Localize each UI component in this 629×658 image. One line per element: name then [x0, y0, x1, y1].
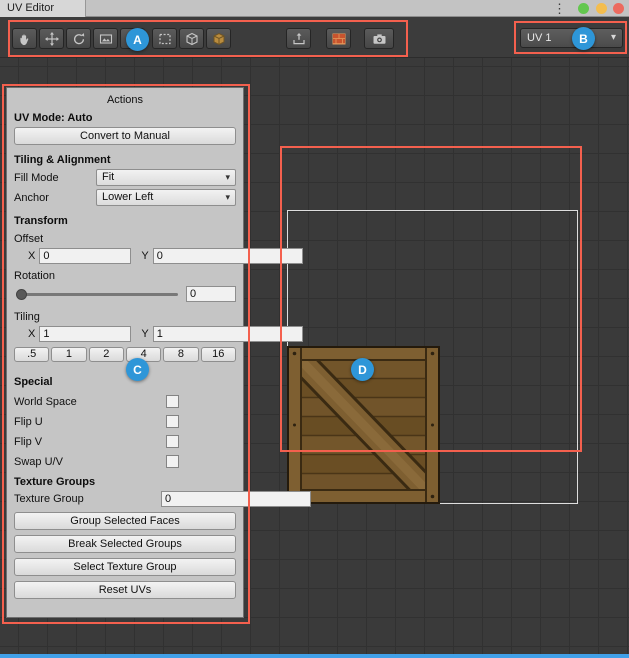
render-uv-template-button[interactable] — [364, 28, 394, 49]
texture-preview-button[interactable] — [326, 28, 351, 49]
group-selected-faces-button[interactable]: Group Selected Faces — [14, 512, 236, 530]
offset-y-field[interactable] — [153, 248, 303, 264]
tiling-preset-button[interactable]: 2 — [89, 347, 124, 362]
uv-channel-value: UV 1 — [527, 29, 551, 47]
fill-mode-dropdown[interactable]: Fit ▾ — [96, 169, 236, 186]
window-title-bar: UV Editor ⋮ — [0, 0, 629, 17]
reset-uvs-button[interactable]: Reset UVs — [14, 581, 236, 599]
offset-x-label: X — [28, 250, 35, 262]
fill-mode-value: Fit — [102, 170, 114, 185]
swap-uv-label: Swap U/V — [14, 456, 166, 468]
annotation-marker-b: B — [572, 27, 595, 50]
cube-wireframe-button[interactable] — [179, 28, 204, 49]
transform-header: Transform — [14, 215, 236, 227]
select-texture-group-button[interactable]: Select Texture Group — [14, 558, 236, 576]
rotation-slider-thumb[interactable] — [16, 289, 27, 300]
tiling-y-field[interactable] — [153, 326, 303, 342]
texture-groups-header: Texture Groups — [14, 476, 236, 488]
image-fit-icon — [99, 32, 113, 46]
chevron-down-icon: ▾ — [611, 29, 616, 47]
tiling-alignment-header: Tiling & Alignment — [14, 154, 236, 166]
traffic-light-red[interactable] — [613, 3, 624, 14]
flip-u-checkbox[interactable] — [166, 415, 179, 428]
world-space-checkbox[interactable] — [166, 395, 179, 408]
chevron-down-icon: ▾ — [225, 170, 230, 185]
texture-preview-icon — [332, 32, 346, 46]
tiling-preset-button[interactable]: 16 — [201, 347, 236, 362]
panel-title: Actions — [14, 94, 236, 106]
hand-icon — [18, 32, 32, 46]
break-selected-groups-button[interactable]: Break Selected Groups — [14, 535, 236, 553]
flip-v-label: Flip V — [14, 436, 166, 448]
tiling-preset-button[interactable]: 8 — [163, 347, 198, 362]
traffic-light-yellow[interactable] — [596, 3, 607, 14]
cube-shaded-icon — [212, 32, 226, 46]
annotation-marker-c: C — [126, 358, 149, 381]
move-icon — [45, 32, 59, 46]
hand-tool-button[interactable] — [12, 28, 37, 49]
rotate-tool-button[interactable] — [66, 28, 91, 49]
texture-group-field[interactable] — [161, 491, 311, 507]
annotation-marker-d: D — [351, 358, 374, 381]
rotation-label: Rotation — [14, 270, 236, 282]
flip-v-checkbox[interactable] — [166, 435, 179, 448]
anchor-value: Lower Left — [102, 190, 153, 205]
marquee-select-icon — [158, 32, 172, 46]
fit-texture-button[interactable] — [93, 28, 118, 49]
project-uv-button[interactable] — [286, 28, 311, 49]
swap-uv-checkbox[interactable] — [166, 455, 179, 468]
actions-panel: Actions UV Mode: Auto Convert to Manual … — [6, 87, 244, 618]
offset-label: Offset — [14, 233, 236, 245]
uv-mode-label: UV Mode: Auto — [14, 112, 236, 124]
tiling-preset-row: .5 1 2 4 8 16 — [14, 347, 236, 362]
tiling-x-field[interactable] — [39, 326, 131, 342]
move-tool-button[interactable] — [39, 28, 64, 49]
fill-mode-label: Fill Mode — [14, 172, 96, 184]
bottom-accent-bar — [0, 654, 629, 658]
rotate-icon — [72, 32, 86, 46]
tiling-preset-button[interactable]: 1 — [51, 347, 86, 362]
uv-editor-tab[interactable]: UV Editor — [0, 0, 86, 17]
offset-x-field[interactable] — [39, 248, 131, 264]
offset-y-label: Y — [141, 250, 148, 262]
anchor-label: Anchor — [14, 192, 96, 204]
special-header: Special — [14, 376, 236, 388]
convert-to-manual-button[interactable]: Convert to Manual — [14, 127, 236, 145]
anchor-dropdown[interactable]: Lower Left ▾ — [96, 189, 236, 206]
camera-icon — [372, 32, 387, 46]
chevron-down-icon: ▾ — [225, 190, 230, 205]
tiling-y-label: Y — [141, 328, 148, 340]
project-uv-icon — [292, 32, 306, 46]
tiling-preset-button[interactable]: .5 — [14, 347, 49, 362]
traffic-light-green[interactable] — [578, 3, 589, 14]
annotation-marker-a: A — [126, 28, 149, 51]
world-space-label: World Space — [14, 396, 166, 408]
window-menu-icon[interactable]: ⋮ — [553, 0, 566, 17]
flip-u-label: Flip U — [14, 416, 166, 428]
cube-wireframe-icon — [185, 32, 199, 46]
cube-shaded-button[interactable] — [206, 28, 231, 49]
rotation-value-field[interactable] — [186, 286, 236, 302]
texture-group-label: Texture Group — [14, 493, 161, 505]
tiling-x-label: X — [28, 328, 35, 340]
rotation-slider[interactable] — [16, 293, 178, 296]
tiling-label: Tiling — [14, 311, 236, 323]
marquee-select-button[interactable] — [152, 28, 177, 49]
